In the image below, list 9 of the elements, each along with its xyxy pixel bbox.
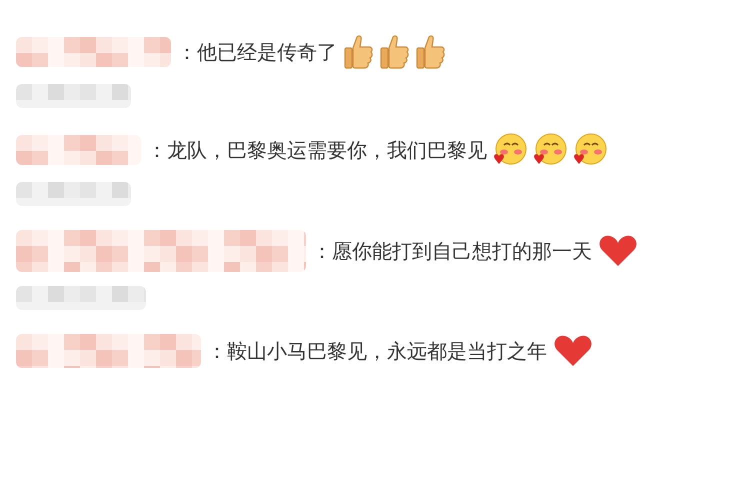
thumbs-up-icon — [379, 34, 409, 70]
thumbs-up-icon — [343, 34, 373, 70]
heart-icon — [598, 234, 638, 268]
comment-text: ：龙队，巴黎奥运需要你，我们巴黎见 — [147, 137, 487, 164]
comment-text: ：鞍山小马巴黎见，永远都是当打之年 — [207, 338, 547, 365]
comment-text: ：他已经是传奇了 — [177, 39, 337, 66]
comment-text: ：愿你能打到自己想打的那一天 — [312, 238, 592, 265]
thumbs-up-icon — [415, 34, 445, 70]
heart-icon — [553, 334, 593, 368]
